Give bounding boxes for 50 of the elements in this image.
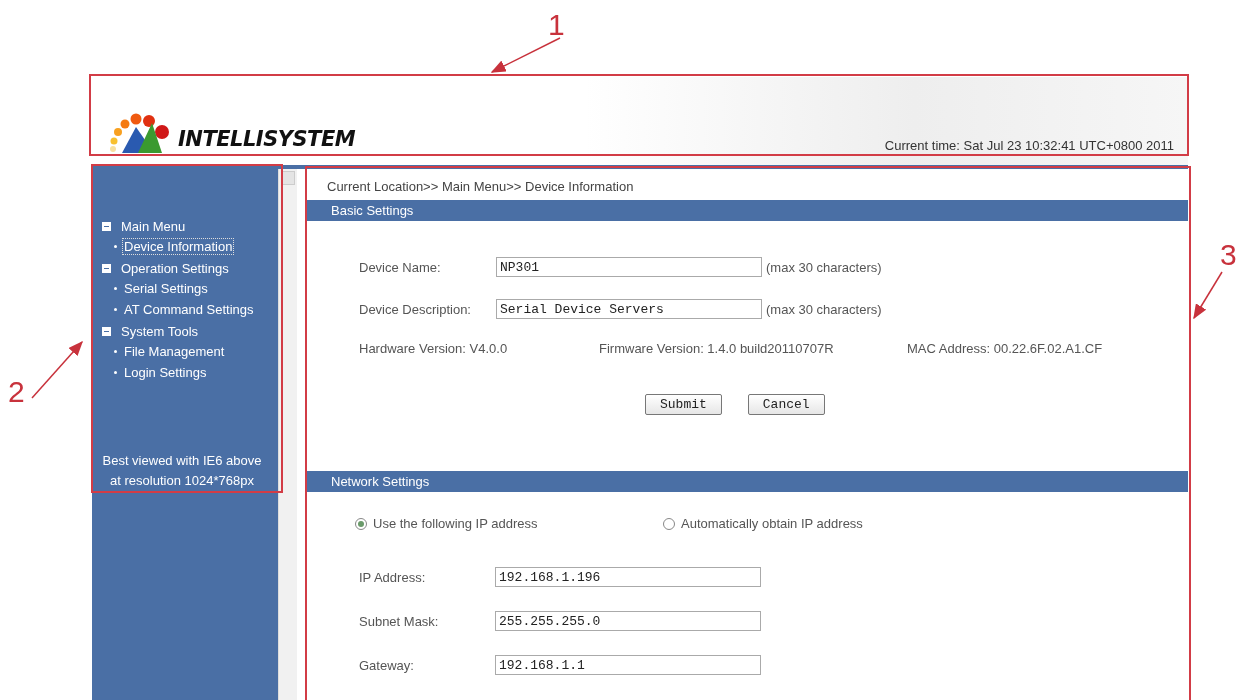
annotation-number: 3 [1220,238,1237,272]
bullet-icon [114,371,117,374]
field-label: IP Address: [359,569,427,585]
field-label: Gateway: [359,657,415,673]
menu-item[interactable]: Device Information [122,238,235,255]
radio-button[interactable] [355,517,367,530]
menu-item[interactable]: AT Command Settings [122,301,256,318]
scrollbar[interactable] [278,169,297,700]
annotation-arrow [1193,271,1223,320]
annotation-number: 2 [8,375,25,409]
breadcrumb: Current Location>> Main Menu>> Device Information [326,179,635,194]
current-time: Current time: Sat Jul 23 10:32:41 UTC+0800 2011 [884,138,1174,153]
menu-group[interactable]: Main Menu [119,218,188,235]
bullet-icon [114,350,117,353]
radio-button[interactable] [663,517,675,530]
info-text: Hardware Version: V4.0.0 [359,341,509,356]
input-field[interactable]: 192.168.1.196 [495,567,761,587]
radio-label[interactable]: Automatically obtain IP address [681,516,863,531]
collapse-icon[interactable] [102,327,111,336]
bullet-icon [114,245,117,248]
menu-group[interactable]: Operation Settings [119,260,231,277]
field-label: Subnet Mask: [359,613,440,629]
annotation-number: 1 [548,8,565,42]
field-hint: (max 30 characters) [766,259,882,275]
input-field[interactable]: 192.168.1.1 [495,655,761,675]
input-field[interactable]: 255.255.255.0 [495,611,761,631]
collapse-icon[interactable] [102,222,111,231]
menu-item[interactable]: Login Settings [122,364,209,381]
annotation-arrow [31,340,83,399]
bullet-icon [114,287,117,290]
radio-label[interactable]: Use the following IP address [373,516,538,531]
logo-text: INTELLISYSTEM [178,127,356,151]
info-text: Firmware Version: 1.4.0 build20110707R [599,341,835,356]
menu-item[interactable]: File Management [122,343,227,360]
info-text: MAC Address: 00.22.6F.02.A1.CF [907,341,1103,356]
section-header: Network Settings [307,471,1188,492]
submit-button[interactable]: Submit [645,394,722,415]
cancel-button[interactable]: Cancel [747,394,825,415]
input-field[interactable]: NP301 [496,257,762,277]
field-hint: (max 30 characters) [766,301,882,317]
collapse-icon[interactable] [102,264,111,273]
bullet-icon [114,308,117,311]
field-label: Device Description: [359,301,472,317]
annotation-arrow [490,37,561,73]
section-header: Basic Settings [307,200,1188,221]
field-label: Device Name: [359,259,442,275]
menu-item[interactable]: Serial Settings [122,280,210,297]
browser-note: Best viewed with IE6 above at resolution 1024*768px [101,452,263,490]
input-field[interactable]: Serial Device Servers [496,299,762,319]
menu-group[interactable]: System Tools [119,323,201,340]
